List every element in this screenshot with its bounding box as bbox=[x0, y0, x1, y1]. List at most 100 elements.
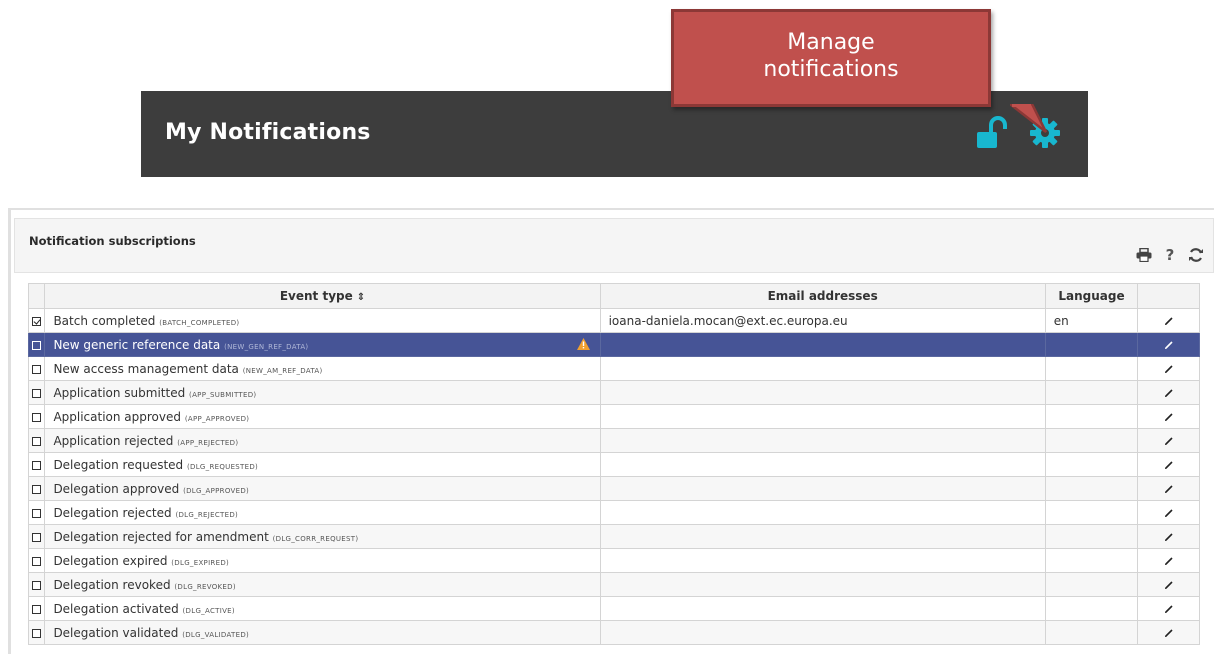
row-select-cell bbox=[27, 596, 46, 621]
pencil-icon[interactable] bbox=[1164, 340, 1174, 350]
event-type-cell: New access management data (NEW_AM_REF_D… bbox=[44, 356, 601, 381]
pencil-icon[interactable] bbox=[1164, 316, 1174, 326]
row-checkbox[interactable] bbox=[32, 580, 42, 590]
row-checkbox[interactable] bbox=[32, 364, 42, 374]
table-row[interactable]: Delegation rejected (DLG_REJECTED) bbox=[27, 500, 1200, 525]
event-label: Application rejected bbox=[53, 433, 174, 448]
pencil-icon[interactable] bbox=[1164, 484, 1174, 494]
table-row[interactable]: Delegation approved (DLG_APPROVED) bbox=[27, 476, 1200, 501]
event-code: (APP_REJECTED) bbox=[177, 438, 239, 447]
pencil-icon[interactable] bbox=[1164, 604, 1174, 614]
row-checkbox[interactable] bbox=[32, 556, 42, 566]
pencil-icon[interactable] bbox=[1164, 412, 1174, 422]
row-checkbox[interactable] bbox=[32, 340, 42, 350]
event-type-cell: Delegation rejected for amendment (DLG_C… bbox=[44, 524, 601, 549]
column-header-language: Language bbox=[1044, 283, 1139, 309]
notification-subscriptions-table: Event type ⇕ Email addresses Language Bat… bbox=[27, 283, 1200, 645]
unlock-icon[interactable] bbox=[975, 115, 1013, 153]
sort-icon[interactable]: ⇕ bbox=[357, 292, 365, 303]
panel-border bbox=[8, 208, 11, 654]
pencil-icon[interactable] bbox=[1164, 532, 1174, 542]
event-label: Application submitted bbox=[53, 385, 186, 400]
row-checkbox[interactable] bbox=[32, 532, 42, 542]
row-checkbox[interactable] bbox=[32, 460, 42, 470]
column-header-event-type[interactable]: Event type ⇕ bbox=[44, 283, 601, 309]
row-select-cell bbox=[27, 356, 46, 381]
row-checkbox[interactable] bbox=[32, 484, 42, 494]
pencil-icon[interactable] bbox=[1164, 628, 1174, 638]
row-checkbox[interactable] bbox=[32, 412, 42, 422]
event-code: (DLG_REVOKED) bbox=[174, 582, 236, 591]
callout-pointer bbox=[1010, 104, 1048, 133]
event-code: (DLG_VALIDATED) bbox=[182, 630, 250, 639]
email-cell bbox=[599, 452, 1046, 477]
row-select-cell bbox=[27, 428, 46, 453]
pencil-icon[interactable] bbox=[1164, 508, 1174, 518]
event-label: Batch completed bbox=[53, 313, 156, 328]
pencil-icon[interactable] bbox=[1164, 580, 1174, 590]
pencil-icon[interactable] bbox=[1164, 388, 1174, 398]
row-checkbox[interactable] bbox=[32, 436, 42, 446]
event-code: (NEW_GEN_REF_DATA) bbox=[224, 342, 309, 351]
table-row[interactable]: Batch completed (BATCH_COMPLETED) ioana-d… bbox=[27, 308, 1200, 333]
language-cell bbox=[1044, 476, 1139, 501]
table-row[interactable]: Application submitted (APP_SUBMITTED) bbox=[27, 380, 1200, 405]
table-row[interactable]: Delegation rejected for amendment (DLG_C… bbox=[27, 524, 1200, 549]
callout-line-2: notifications bbox=[763, 57, 899, 82]
row-select-cell bbox=[27, 572, 46, 597]
edit-cell bbox=[1137, 500, 1200, 525]
manage-notifications-callout: Manage notifications bbox=[671, 9, 991, 107]
event-type-cell: Delegation requested (DLG_REQUESTED) bbox=[44, 452, 601, 477]
email-cell bbox=[599, 428, 1046, 453]
email-cell: ioana-daniela.mocan@ext.ec.europa.eu bbox=[599, 308, 1046, 333]
edit-cell bbox=[1137, 524, 1200, 549]
edit-cell bbox=[1137, 380, 1200, 405]
language-cell bbox=[1044, 428, 1139, 453]
panel-header: Notification subscriptions ? bbox=[14, 218, 1214, 273]
language-cell: en bbox=[1044, 308, 1139, 333]
row-select-cell bbox=[27, 380, 46, 405]
edit-cell bbox=[1137, 476, 1200, 501]
print-icon[interactable] bbox=[1135, 246, 1153, 264]
row-select-cell bbox=[27, 620, 46, 645]
row-select-cell bbox=[27, 548, 46, 573]
pencil-icon[interactable] bbox=[1164, 364, 1174, 374]
event-type-cell: Batch completed (BATCH_COMPLETED) bbox=[44, 308, 601, 333]
table-header-row: Event type ⇕ Email addresses Language bbox=[27, 283, 1200, 309]
table-row[interactable]: Delegation expired (DLG_EXPIRED) bbox=[27, 548, 1200, 573]
pencil-icon[interactable] bbox=[1164, 556, 1174, 566]
row-checkbox[interactable] bbox=[32, 604, 42, 614]
event-code: (DLG_REJECTED) bbox=[175, 510, 239, 519]
table-row[interactable]: Delegation requested (DLG_REQUESTED) bbox=[27, 452, 1200, 477]
panel-toolbar: ? bbox=[1135, 246, 1205, 264]
edit-cell bbox=[1137, 332, 1200, 357]
pencil-icon[interactable] bbox=[1164, 436, 1174, 446]
row-checkbox[interactable] bbox=[32, 316, 42, 326]
event-label: Delegation rejected for amendment bbox=[53, 529, 269, 544]
language-cell bbox=[1044, 380, 1139, 405]
table-row[interactable]: Application rejected (APP_REJECTED) bbox=[27, 428, 1200, 453]
help-icon[interactable]: ? bbox=[1161, 246, 1179, 264]
email-cell bbox=[599, 380, 1046, 405]
edit-cell bbox=[1137, 356, 1200, 381]
table-row[interactable]: Delegation activated (DLG_ACTIVE) bbox=[27, 596, 1200, 621]
table-row[interactable]: New access management data (NEW_AM_REF_D… bbox=[27, 356, 1200, 381]
table-row[interactable]: Application approved (APP_APPROVED) bbox=[27, 404, 1200, 429]
row-checkbox[interactable] bbox=[32, 508, 42, 518]
event-code: (APP_SUBMITTED) bbox=[189, 390, 257, 399]
header-edit-column bbox=[1137, 283, 1200, 309]
email-cell bbox=[599, 548, 1046, 573]
row-select-cell bbox=[27, 452, 46, 477]
table-row[interactable]: Delegation revoked (DLG_REVOKED) bbox=[27, 572, 1200, 597]
pencil-icon[interactable] bbox=[1164, 460, 1174, 470]
edit-cell bbox=[1137, 548, 1200, 573]
row-checkbox[interactable] bbox=[32, 628, 42, 638]
email-cell bbox=[599, 500, 1046, 525]
email-cell bbox=[599, 356, 1046, 381]
refresh-icon[interactable] bbox=[1187, 246, 1205, 264]
row-checkbox[interactable] bbox=[32, 388, 42, 398]
event-label: Delegation activated bbox=[53, 601, 179, 616]
table-row[interactable]: Delegation validated (DLG_VALIDATED) bbox=[27, 620, 1200, 645]
table-row[interactable]: New generic reference data (NEW_GEN_REF_… bbox=[27, 332, 1200, 357]
row-select-cell bbox=[27, 476, 46, 501]
